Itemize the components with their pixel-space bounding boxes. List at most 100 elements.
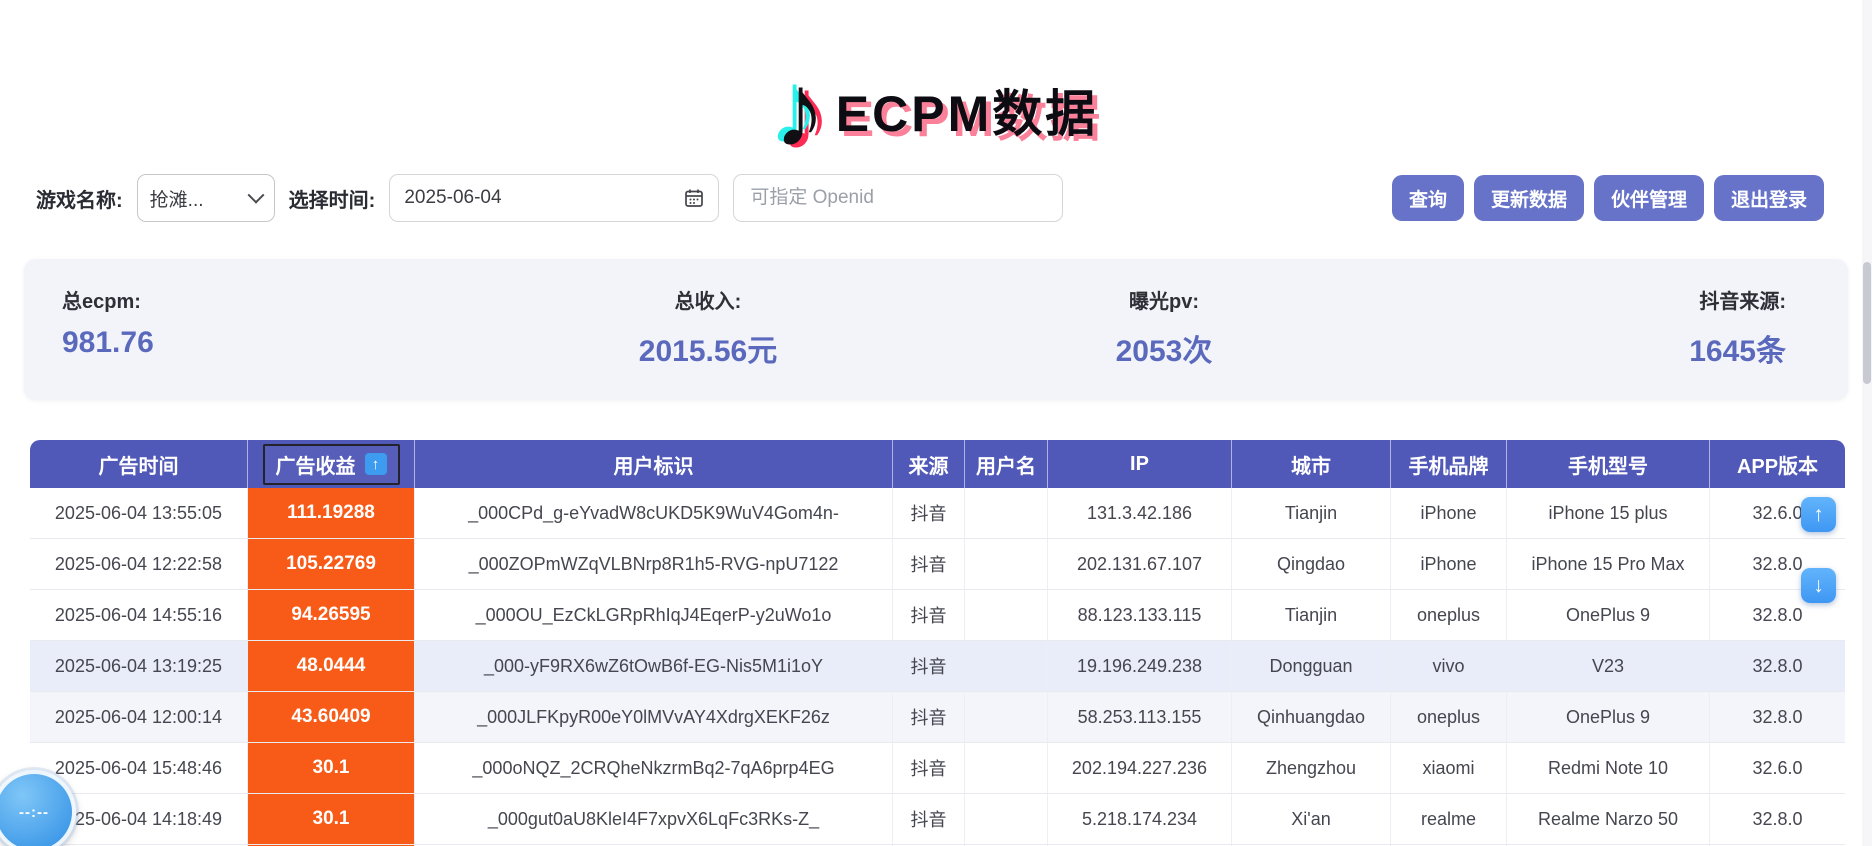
stat-value: 2015.56元 [480, 326, 936, 370]
stat-value: 2053次 [936, 326, 1392, 370]
table-row[interactable]: 2025-06-04 15:48:4630.1_000oNQZ_2CRQheNk… [30, 743, 1845, 794]
scroll-bottom-button[interactable]: ↓ [1801, 568, 1836, 603]
header-app-version: APP版本 [1710, 440, 1845, 488]
source-cell: 抖音 [893, 488, 965, 539]
logo-header: ♪ ECPM数据 [0, 0, 1872, 160]
openid-cell: _000ZOPmWZqVLBNrp8R1h5-RVG-npU7122 [415, 539, 893, 590]
ad-revenue-cell: 105.22769 [248, 539, 415, 590]
city-cell: Tianjin [1232, 590, 1391, 641]
openid-cell: _000gut0aU8KleI4F7xpvX6LqFc3RKs-Z_ [415, 794, 893, 845]
date-input[interactable]: 2025-06-04 [389, 174, 719, 222]
ecpm-dashboard-page: ♪ ECPM数据 游戏名称: 抢滩... 选择时间: 2025-06-04 查询 [0, 0, 1872, 846]
scroll-top-button[interactable]: ↑ [1801, 497, 1836, 532]
header-ip: IP [1048, 440, 1232, 488]
filter-toolbar: 游戏名称: 抢滩... 选择时间: 2025-06-04 查询 更新数据 伙伴管… [36, 174, 1824, 222]
action-buttons: 查询 更新数据 伙伴管理 退出登录 [1392, 175, 1824, 221]
header-ad-revenue: 广告收益 ↑ [248, 440, 415, 488]
source-cell: 抖音 [893, 743, 965, 794]
phone-model-cell: iPhone 15 Pro Max [1507, 539, 1710, 590]
ad-time-cell: 2025-06-04 14:55:16 [30, 590, 248, 641]
username-cell [965, 794, 1048, 845]
header-ad-revenue-label: 广告收益 [276, 450, 356, 479]
username-cell [965, 692, 1048, 743]
revenue-sort-control[interactable]: 广告收益 ↑ [263, 444, 400, 485]
phone-brand-cell: oneplus [1391, 590, 1507, 641]
phone-brand-cell: xiaomi [1391, 743, 1507, 794]
city-cell: Zhengzhou [1232, 743, 1391, 794]
game-select[interactable]: 抢滩... [137, 174, 275, 222]
ecpm-table: 广告时间 广告收益 ↑ 用户标识 来源 用户名 IP 城市 手机品牌 手机型号 … [30, 440, 1845, 846]
chevron-down-icon [247, 187, 264, 204]
city-cell: Xi'an [1232, 794, 1391, 845]
ad-time-cell: 2025-06-04 12:00:14 [30, 692, 248, 743]
phone-brand-cell: oneplus [1391, 692, 1507, 743]
ip-cell: 202.194.227.236 [1048, 743, 1232, 794]
phone-brand-cell: iPhone [1391, 488, 1507, 539]
table-row[interactable]: 2025-06-04 12:00:1443.60409_000JLFKpyR00… [30, 692, 1845, 743]
ip-cell: 202.131.67.107 [1048, 539, 1232, 590]
openid-input[interactable] [733, 174, 1063, 222]
update-data-button[interactable]: 更新数据 [1474, 175, 1584, 221]
stat-label: 总收入: [480, 285, 936, 314]
stat-total-revenue: 总收入: 2015.56元 [480, 285, 936, 370]
query-button[interactable]: 查询 [1392, 175, 1464, 221]
date-value: 2025-06-04 [404, 187, 501, 209]
ecpm-table-container: 广告时间 广告收益 ↑ 用户标识 来源 用户名 IP 城市 手机品牌 手机型号 … [30, 440, 1845, 846]
source-cell: 抖音 [893, 641, 965, 692]
ad-revenue-cell: 111.19288 [248, 488, 415, 539]
username-cell [965, 641, 1048, 692]
table-row[interactable]: 2025-06-04 12:22:58105.22769_000ZOPmWZqV… [30, 539, 1845, 590]
table-row[interactable]: 2025-06-04 13:19:2548.0444_000-yF9RX6wZ6… [30, 641, 1845, 692]
phone-model-cell: Realme Narzo 50 [1507, 794, 1710, 845]
ad-time-cell: 2025-06-04 13:19:25 [30, 641, 248, 692]
calendar-icon [684, 188, 704, 208]
phone-model-cell: iPhone 15 plus [1507, 488, 1710, 539]
header-phone-brand: 手机品牌 [1391, 440, 1507, 488]
username-cell [965, 743, 1048, 794]
header-username: 用户名 [965, 440, 1048, 488]
username-cell [965, 590, 1048, 641]
header-phone-model: 手机型号 [1507, 440, 1710, 488]
phone-model-cell: OnePlus 9 [1507, 590, 1710, 641]
ad-revenue-cell: 48.0444 [248, 641, 415, 692]
page-title: ECPM数据 [836, 74, 1098, 146]
phone-brand-cell: realme [1391, 794, 1507, 845]
stats-summary-card: 总ecpm: 981.76 总收入: 2015.56元 曝光pv: 2053次 … [24, 259, 1848, 400]
stat-total-ecpm: 总ecpm: 981.76 [24, 285, 480, 370]
ad-revenue-cell: 43.60409 [248, 692, 415, 743]
table-row[interactable]: 2025-06-04 13:55:05111.19288_000CPd_g-eY… [30, 488, 1845, 539]
tiktok-note-icon: ♪ [774, 64, 826, 160]
ip-cell: 88.123.133.115 [1048, 590, 1232, 641]
game-select-value: 抢滩... [150, 185, 204, 212]
source-cell: 抖音 [893, 590, 965, 641]
city-cell: Qinhuangdao [1232, 692, 1391, 743]
header-source: 来源 [893, 440, 965, 488]
logout-button[interactable]: 退出登录 [1714, 175, 1824, 221]
scrollbar-thumb[interactable] [1863, 262, 1871, 384]
header-city: 城市 [1232, 440, 1391, 488]
ip-cell: 19.196.249.238 [1048, 641, 1232, 692]
game-name-label: 游戏名称: [36, 184, 123, 213]
phone-model-cell: OnePlus 9 [1507, 692, 1710, 743]
app-version-cell: 32.8.0 [1710, 692, 1845, 743]
stat-exposure-pv: 曝光pv: 2053次 [936, 285, 1392, 370]
stat-label: 总ecpm: [62, 285, 480, 314]
page-scrollbar[interactable] [1862, 0, 1872, 846]
openid-cell: _000CPd_g-eYvadW8cUKD5K9WuV4Gom4n- [415, 488, 893, 539]
table-body: 2025-06-04 13:55:05111.19288_000CPd_g-eY… [30, 488, 1845, 846]
ip-cell: 5.218.174.234 [1048, 794, 1232, 845]
ad-time-cell: 2025-06-04 12:22:58 [30, 539, 248, 590]
table-row[interactable]: 2025-06-04 14:18:4930.1_000gut0aU8KleI4F… [30, 794, 1845, 845]
phone-brand-cell: vivo [1391, 641, 1507, 692]
ip-cell: 131.3.42.186 [1048, 488, 1232, 539]
partner-manage-button[interactable]: 伙伴管理 [1594, 175, 1704, 221]
sort-up-icon[interactable]: ↑ [365, 453, 387, 475]
table-row[interactable]: 2025-06-04 14:55:1694.26595_000OU_EzCkLG… [30, 590, 1845, 641]
city-cell: Tianjin [1232, 488, 1391, 539]
ad-revenue-cell: 94.26595 [248, 590, 415, 641]
city-cell: Qingdao [1232, 539, 1391, 590]
table-header-row: 广告时间 广告收益 ↑ 用户标识 来源 用户名 IP 城市 手机品牌 手机型号 … [30, 440, 1845, 488]
stat-douyin-source: 抖音来源: 1645条 [1392, 285, 1848, 370]
source-cell: 抖音 [893, 794, 965, 845]
ad-revenue-cell: 30.1 [248, 743, 415, 794]
